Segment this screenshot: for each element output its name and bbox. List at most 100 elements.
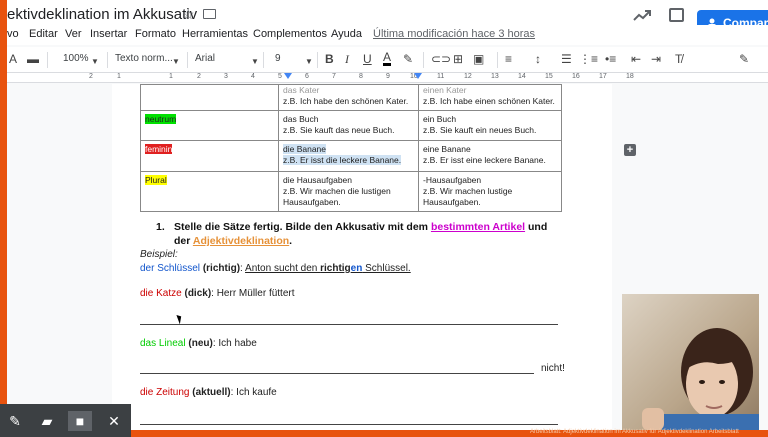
close-icon[interactable]: ✕: [102, 411, 126, 431]
chevron-down-icon: ▼: [172, 57, 180, 66]
insert-image-icon[interactable]: ▣: [473, 52, 484, 66]
exercise-adjective: (neu): [188, 338, 213, 349]
menu-addons[interactable]: Complementos: [253, 28, 327, 40]
menu-tools[interactable]: Herramientas: [182, 28, 248, 40]
table-cell[interactable]: das Buch z.B. Sie kauft das neue Buch.: [278, 110, 419, 141]
folder-icon[interactable]: [203, 9, 216, 19]
table-cell[interactable]: ein Buch z.B. Sie kauft ein neues Buch.: [418, 110, 562, 141]
document-title[interactable]: ektivdeklination im Akkusativ: [7, 6, 197, 23]
indent-marker[interactable]: [284, 73, 292, 79]
answer-blank[interactable]: [140, 324, 558, 325]
document-page[interactable]: das Kater z.B. Ich habe den schönen Kate…: [112, 84, 612, 430]
italic-icon[interactable]: I: [345, 52, 349, 66]
table-row: feminin die Banane z.B. Er isst die leck…: [140, 140, 562, 172]
ruler-number: 12: [464, 73, 472, 80]
table-row: das Kater z.B. Ich habe den schönen Kate…: [140, 84, 562, 111]
ruler-number: 2: [89, 73, 93, 80]
webcam-overlay: [622, 294, 759, 430]
font-select[interactable]: Arial: [195, 53, 215, 64]
exercise-line: das Lineal (neu): Ich habe: [140, 338, 257, 349]
cell-text: z.B. Sie kauft das neue Buch.: [283, 125, 395, 135]
menu-format[interactable]: Formato: [135, 28, 176, 40]
table-cell[interactable]: eine Banane z.B. Er isst eine leckere Ba…: [418, 140, 562, 172]
spellcheck-icon[interactable]: A: [9, 52, 17, 66]
table-cell[interactable]: feminin: [140, 140, 279, 172]
task-text-part: .: [289, 235, 293, 247]
example-colon: :: [240, 263, 243, 274]
exercise-adjective: (aktuell): [192, 387, 231, 398]
last-edit-link[interactable]: Última modificación hace 3 horas: [373, 28, 535, 40]
ruler-number: 9: [386, 73, 390, 80]
ruler-number: 6: [305, 73, 309, 80]
definite-article-link[interactable]: bestimmten Artikel: [431, 221, 525, 233]
table-cell[interactable]: Plural: [140, 171, 279, 212]
table-cell[interactable]: neutrum: [140, 110, 279, 141]
text-color-icon[interactable]: A: [383, 51, 392, 66]
adjective-declension-link[interactable]: Adjektivdeklination: [193, 235, 289, 247]
pen-icon[interactable]: ✎: [3, 411, 27, 431]
cell-text: ein Buch: [423, 114, 457, 124]
table-cell[interactable]: die Banane z.B. Er isst die leckere Bana…: [278, 140, 419, 172]
table-cell[interactable]: -Hausaufgaben z.B. Wir machen lustige Ha…: [418, 171, 562, 212]
bulleted-list-icon[interactable]: •≡: [605, 52, 616, 66]
ruler: 2 1 1 2 3 4 5 6 7 8 9 10 11 12 13 14 15 …: [7, 73, 768, 83]
table-row: neutrum das Buch z.B. Sie kauft das neue…: [140, 110, 562, 141]
toolbar-divider: [497, 52, 498, 68]
screenshot-frame: ektivdeklination im Akkusativ ☆ Compar v…: [0, 0, 768, 437]
watermark-caption: Arbeitsblatt: Adjektivdeklination im Akk…: [530, 429, 739, 435]
cell-text: die Banane: [283, 144, 327, 154]
answer-blank[interactable]: [140, 373, 534, 374]
clear-formatting-icon[interactable]: T̸: [675, 52, 682, 66]
cell-text: z.B. Wir machen die lustigen: [283, 186, 391, 196]
activity-dashboard-icon[interactable]: [633, 9, 651, 21]
star-icon[interactable]: ☆: [182, 7, 196, 21]
add-comment-icon[interactable]: +: [624, 144, 636, 156]
align-left-icon[interactable]: ≡: [505, 52, 512, 66]
paragraph-style-select[interactable]: Texto norm...: [115, 53, 173, 64]
gender-label: feminin: [145, 144, 173, 154]
editing-mode-pencil-icon[interactable]: ✎: [739, 52, 749, 66]
gender-label: Plural: [145, 175, 167, 185]
toolbar-divider: [107, 52, 108, 68]
answer-blank[interactable]: [140, 424, 558, 425]
ruler-number: 8: [359, 73, 363, 80]
ruler-number: 2: [197, 73, 201, 80]
right-indent-marker[interactable]: [414, 73, 422, 79]
line-spacing-icon[interactable]: ↕: [535, 52, 541, 66]
paint-format-icon[interactable]: ▬: [27, 52, 39, 66]
menu-edit[interactable]: Editar: [29, 28, 58, 40]
cell-text: das Buch: [283, 114, 319, 124]
increase-indent-icon[interactable]: ⇥: [651, 52, 661, 66]
numbered-list-icon[interactable]: ⋮≡: [579, 52, 598, 66]
highlighter-icon[interactable]: ▰: [35, 411, 59, 431]
checklist-icon[interactable]: ☰: [561, 52, 572, 66]
table-cell[interactable]: das Kater z.B. Ich habe den schönen Kate…: [278, 84, 419, 111]
insert-comment-icon[interactable]: ⊞: [453, 52, 463, 66]
table-cell[interactable]: [140, 84, 279, 111]
link-icon[interactable]: ⊂⊃: [431, 52, 451, 66]
underline-icon[interactable]: U: [363, 52, 372, 66]
example-ending: en: [350, 263, 363, 274]
exercise-noun: das Lineal: [140, 338, 186, 349]
exercise-ending: nicht!: [541, 363, 565, 374]
comments-icon[interactable]: [669, 8, 684, 22]
table-cell[interactable]: einen Kater z.B. Ich habe einen schönen …: [418, 84, 562, 111]
font-size-select[interactable]: 9: [275, 53, 281, 64]
example-label: Beispiel:: [140, 249, 178, 260]
table-row: Plural die Hausaufgaben z.B. Wir machen …: [140, 171, 562, 212]
webcam-person: [642, 328, 759, 430]
decrease-indent-icon[interactable]: ⇤: [631, 52, 641, 66]
example-adjective: (richtig): [202, 263, 241, 274]
camera-icon[interactable]: ■: [68, 411, 92, 431]
bold-icon[interactable]: B: [325, 52, 334, 66]
menu-insert[interactable]: Insertar: [90, 28, 127, 40]
zoom-select[interactable]: 100%: [63, 53, 89, 64]
menu-view[interactable]: Ver: [65, 28, 82, 40]
ruler-number: 4: [251, 73, 255, 80]
menu-file[interactable]: vo: [7, 28, 19, 40]
table-cell[interactable]: die Hausaufgaben z.B. Wir machen die lus…: [278, 171, 419, 212]
recording-control-bar: ✎ ▰ ■ ✕: [0, 404, 131, 437]
ruler-number: 3: [224, 73, 228, 80]
menu-help[interactable]: Ayuda: [331, 28, 362, 40]
highlight-icon[interactable]: ✎: [403, 52, 413, 66]
